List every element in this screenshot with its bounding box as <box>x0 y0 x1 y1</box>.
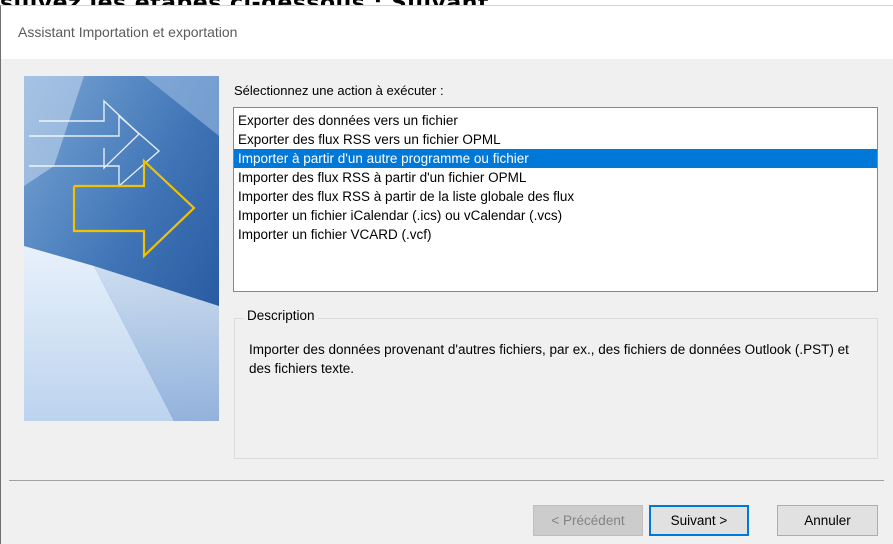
list-item-import-from-other-program[interactable]: Importer à partir d'un autre programme o… <box>234 149 877 168</box>
list-item-export-rss-to-opml[interactable]: Exporter des flux RSS vers un fichier OP… <box>234 130 877 149</box>
cancel-button[interactable]: Annuler <box>777 505 878 536</box>
import-export-wizard-dialog: Assistant Importation et exportation Sél… <box>0 5 893 544</box>
action-listbox[interactable]: Exporter des données vers un fichier Exp… <box>233 107 878 292</box>
list-item-export-data-to-file[interactable]: Exporter des données vers un fichier <box>234 111 877 130</box>
list-item-import-vcard[interactable]: Importer un fichier VCARD (.vcf) <box>234 225 877 244</box>
list-item-import-icalendar[interactable]: Importer un fichier iCalendar (.ics) ou … <box>234 206 877 225</box>
dialog-title-bar: Assistant Importation et exportation <box>1 6 893 59</box>
list-item-import-rss-from-opml[interactable]: Importer des flux RSS à partir d'un fich… <box>234 168 877 187</box>
previous-button[interactable]: < Précédent <box>533 505 643 536</box>
footer-separator <box>9 480 884 481</box>
description-text: Importer des données provenant d'autres … <box>249 342 849 376</box>
action-select-label: Sélectionnez une action à exécuter : <box>234 83 444 98</box>
list-item-import-rss-from-global-list[interactable]: Importer des flux RSS à partir de la lis… <box>234 187 877 206</box>
next-button[interactable]: Suivant > <box>649 505 749 536</box>
dialog-title: Assistant Importation et exportation <box>18 24 238 40</box>
wizard-arrow-illustration-icon <box>24 76 219 421</box>
description-title: Description <box>244 308 318 323</box>
